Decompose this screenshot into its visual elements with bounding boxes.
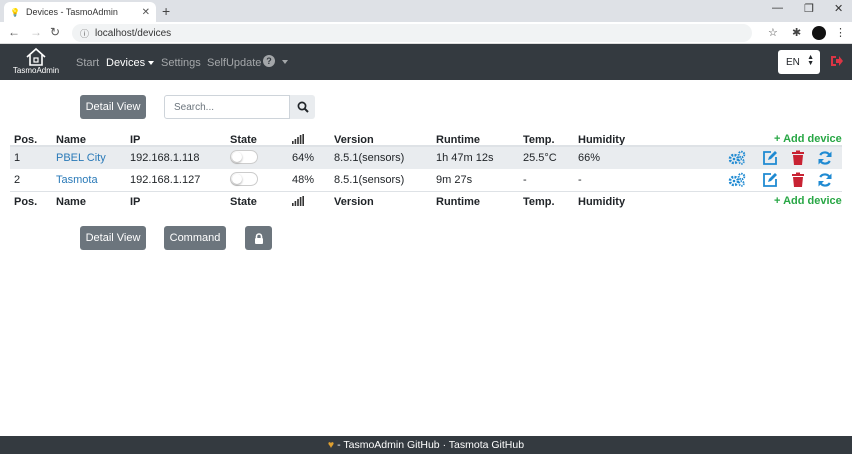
browser-tab-strip: 💡 Devices - TasmoAdmin ✕ + — ❐ ✕ <box>0 0 852 22</box>
heart-icon: ♥ <box>327 439 335 451</box>
command-button[interactable]: Command <box>164 226 226 250</box>
row-version: 8.5.1(sensors) <box>334 152 405 164</box>
chevron-down-icon <box>148 61 155 66</box>
new-tab-icon[interactable]: + <box>162 3 170 19</box>
back-icon[interactable]: ← <box>8 25 20 39</box>
nav-settings[interactable]: Settings <box>161 57 201 69</box>
url-text: localhost/devices <box>95 27 172 39</box>
delete-icon[interactable] <box>791 172 805 188</box>
refresh-icon[interactable] <box>817 172 833 188</box>
minimize-icon[interactable]: — <box>772 2 783 14</box>
search-input[interactable] <box>165 96 289 118</box>
app-navbar: TasmoAdmin Start Devices Settings SelfUp… <box>0 44 852 80</box>
add-device-link[interactable]: + Add device <box>774 195 842 207</box>
state-toggle[interactable] <box>230 172 258 186</box>
address-bar: ← → ↻ ⓘ localhost/devices ☆ ✱ ⋮ <box>0 22 852 44</box>
row-signal: 64% <box>292 152 315 164</box>
lock-button[interactable] <box>245 226 272 250</box>
row-temp: - <box>523 174 527 186</box>
row-temp: 25.5°C <box>523 152 557 164</box>
logout-icon[interactable] <box>830 55 844 67</box>
language-value: EN <box>786 56 800 68</box>
col-version: Version <box>334 196 374 208</box>
page-footer: ♥ - TasmoAdmin GitHub · Tasmota GitHub <box>0 436 852 454</box>
row-runtime: 1h 47m 12s <box>436 152 494 164</box>
forward-icon[interactable]: → <box>30 25 42 39</box>
row-pos: 2 <box>14 174 21 186</box>
edit-icon[interactable] <box>762 150 778 166</box>
search-group <box>164 95 315 119</box>
nav-devices-label: Devices <box>106 57 146 69</box>
signal-strength-icon <box>292 196 304 206</box>
nav-devices[interactable]: Devices <box>106 57 155 69</box>
url-field[interactable]: ⓘ localhost/devices <box>72 24 752 42</box>
delete-icon[interactable] <box>791 150 805 166</box>
gears-icon[interactable] <box>728 172 746 188</box>
row-humidity: - <box>578 174 582 186</box>
tab-title: Devices - TasmoAdmin <box>26 7 118 17</box>
help-icon[interactable]: ? <box>263 55 275 67</box>
brand-name: TasmoAdmin <box>12 66 60 75</box>
nav-selfupdate[interactable]: SelfUpdate <box>207 57 261 69</box>
col-name: Name <box>56 196 86 208</box>
row-runtime: 9m 27s <box>436 174 473 186</box>
edit-icon[interactable] <box>762 172 778 188</box>
brand-logo[interactable]: TasmoAdmin <box>10 47 62 75</box>
browser-menu-icon[interactable]: ⋮ <box>835 26 846 39</box>
gears-icon[interactable] <box>728 150 746 166</box>
detail-view-button[interactable]: Detail View <box>80 95 146 119</box>
maximize-icon[interactable]: ❐ <box>804 2 814 15</box>
col-pos: Pos. <box>14 196 38 208</box>
site-info-icon[interactable]: ⓘ <box>80 27 89 40</box>
browser-tab[interactable]: 💡 Devices - TasmoAdmin ✕ <box>4 2 156 22</box>
row-pos: 1 <box>14 152 21 164</box>
col-state: State <box>230 196 257 208</box>
nav-start[interactable]: Start <box>76 57 99 69</box>
col-ip: IP <box>130 196 141 208</box>
row-humidity: 66% <box>578 152 601 164</box>
tab-favicon-icon: 💡 <box>10 7 20 17</box>
table-row: 2 Tasmota 192.168.1.127 48% 8.5.1(sensor… <box>10 169 842 192</box>
row-signal: 48% <box>292 174 315 186</box>
col-humidity: Humidity <box>578 196 626 208</box>
house-icon <box>26 47 46 66</box>
add-device-link[interactable]: + Add device <box>774 133 842 145</box>
reload-icon[interactable]: ↻ <box>50 25 60 39</box>
table-footer-header: Pos. Name IP State Version Runtime Temp.… <box>10 190 842 213</box>
tab-close-icon[interactable]: ✕ <box>142 7 150 18</box>
extensions-icon[interactable]: ✱ <box>792 26 801 39</box>
device-name-link[interactable]: PBEL City <box>56 152 106 164</box>
table-row: 1 PBEL City 192.168.1.118 64% 8.5.1(sens… <box>10 145 842 169</box>
detail-view-button[interactable]: Detail View <box>80 226 146 250</box>
search-icon <box>297 101 309 113</box>
help-dropdown-chevron-icon[interactable] <box>279 56 288 68</box>
row-version: 8.5.1(sensors) <box>334 174 405 186</box>
row-ip: 192.168.1.118 <box>130 152 200 164</box>
lock-icon <box>254 232 263 244</box>
search-button[interactable] <box>289 95 315 119</box>
state-toggle[interactable] <box>230 150 258 164</box>
device-name-link[interactable]: Tasmota <box>56 174 98 186</box>
bookmark-star-icon[interactable]: ☆ <box>768 26 778 39</box>
footer-links[interactable]: - TasmoAdmin GitHub · Tasmota GitHub <box>337 439 524 451</box>
language-select[interactable]: EN ▲ ▼ <box>778 50 820 74</box>
refresh-icon[interactable] <box>817 150 833 166</box>
col-temp: Temp. <box>523 196 555 208</box>
select-arrows-icon: ▲ ▼ <box>807 54 814 67</box>
col-runtime: Runtime <box>436 196 480 208</box>
window-close-icon[interactable]: ✕ <box>834 2 843 15</box>
profile-avatar[interactable] <box>812 26 826 40</box>
row-ip: 192.168.1.127 <box>130 174 201 186</box>
signal-strength-icon <box>292 134 304 144</box>
